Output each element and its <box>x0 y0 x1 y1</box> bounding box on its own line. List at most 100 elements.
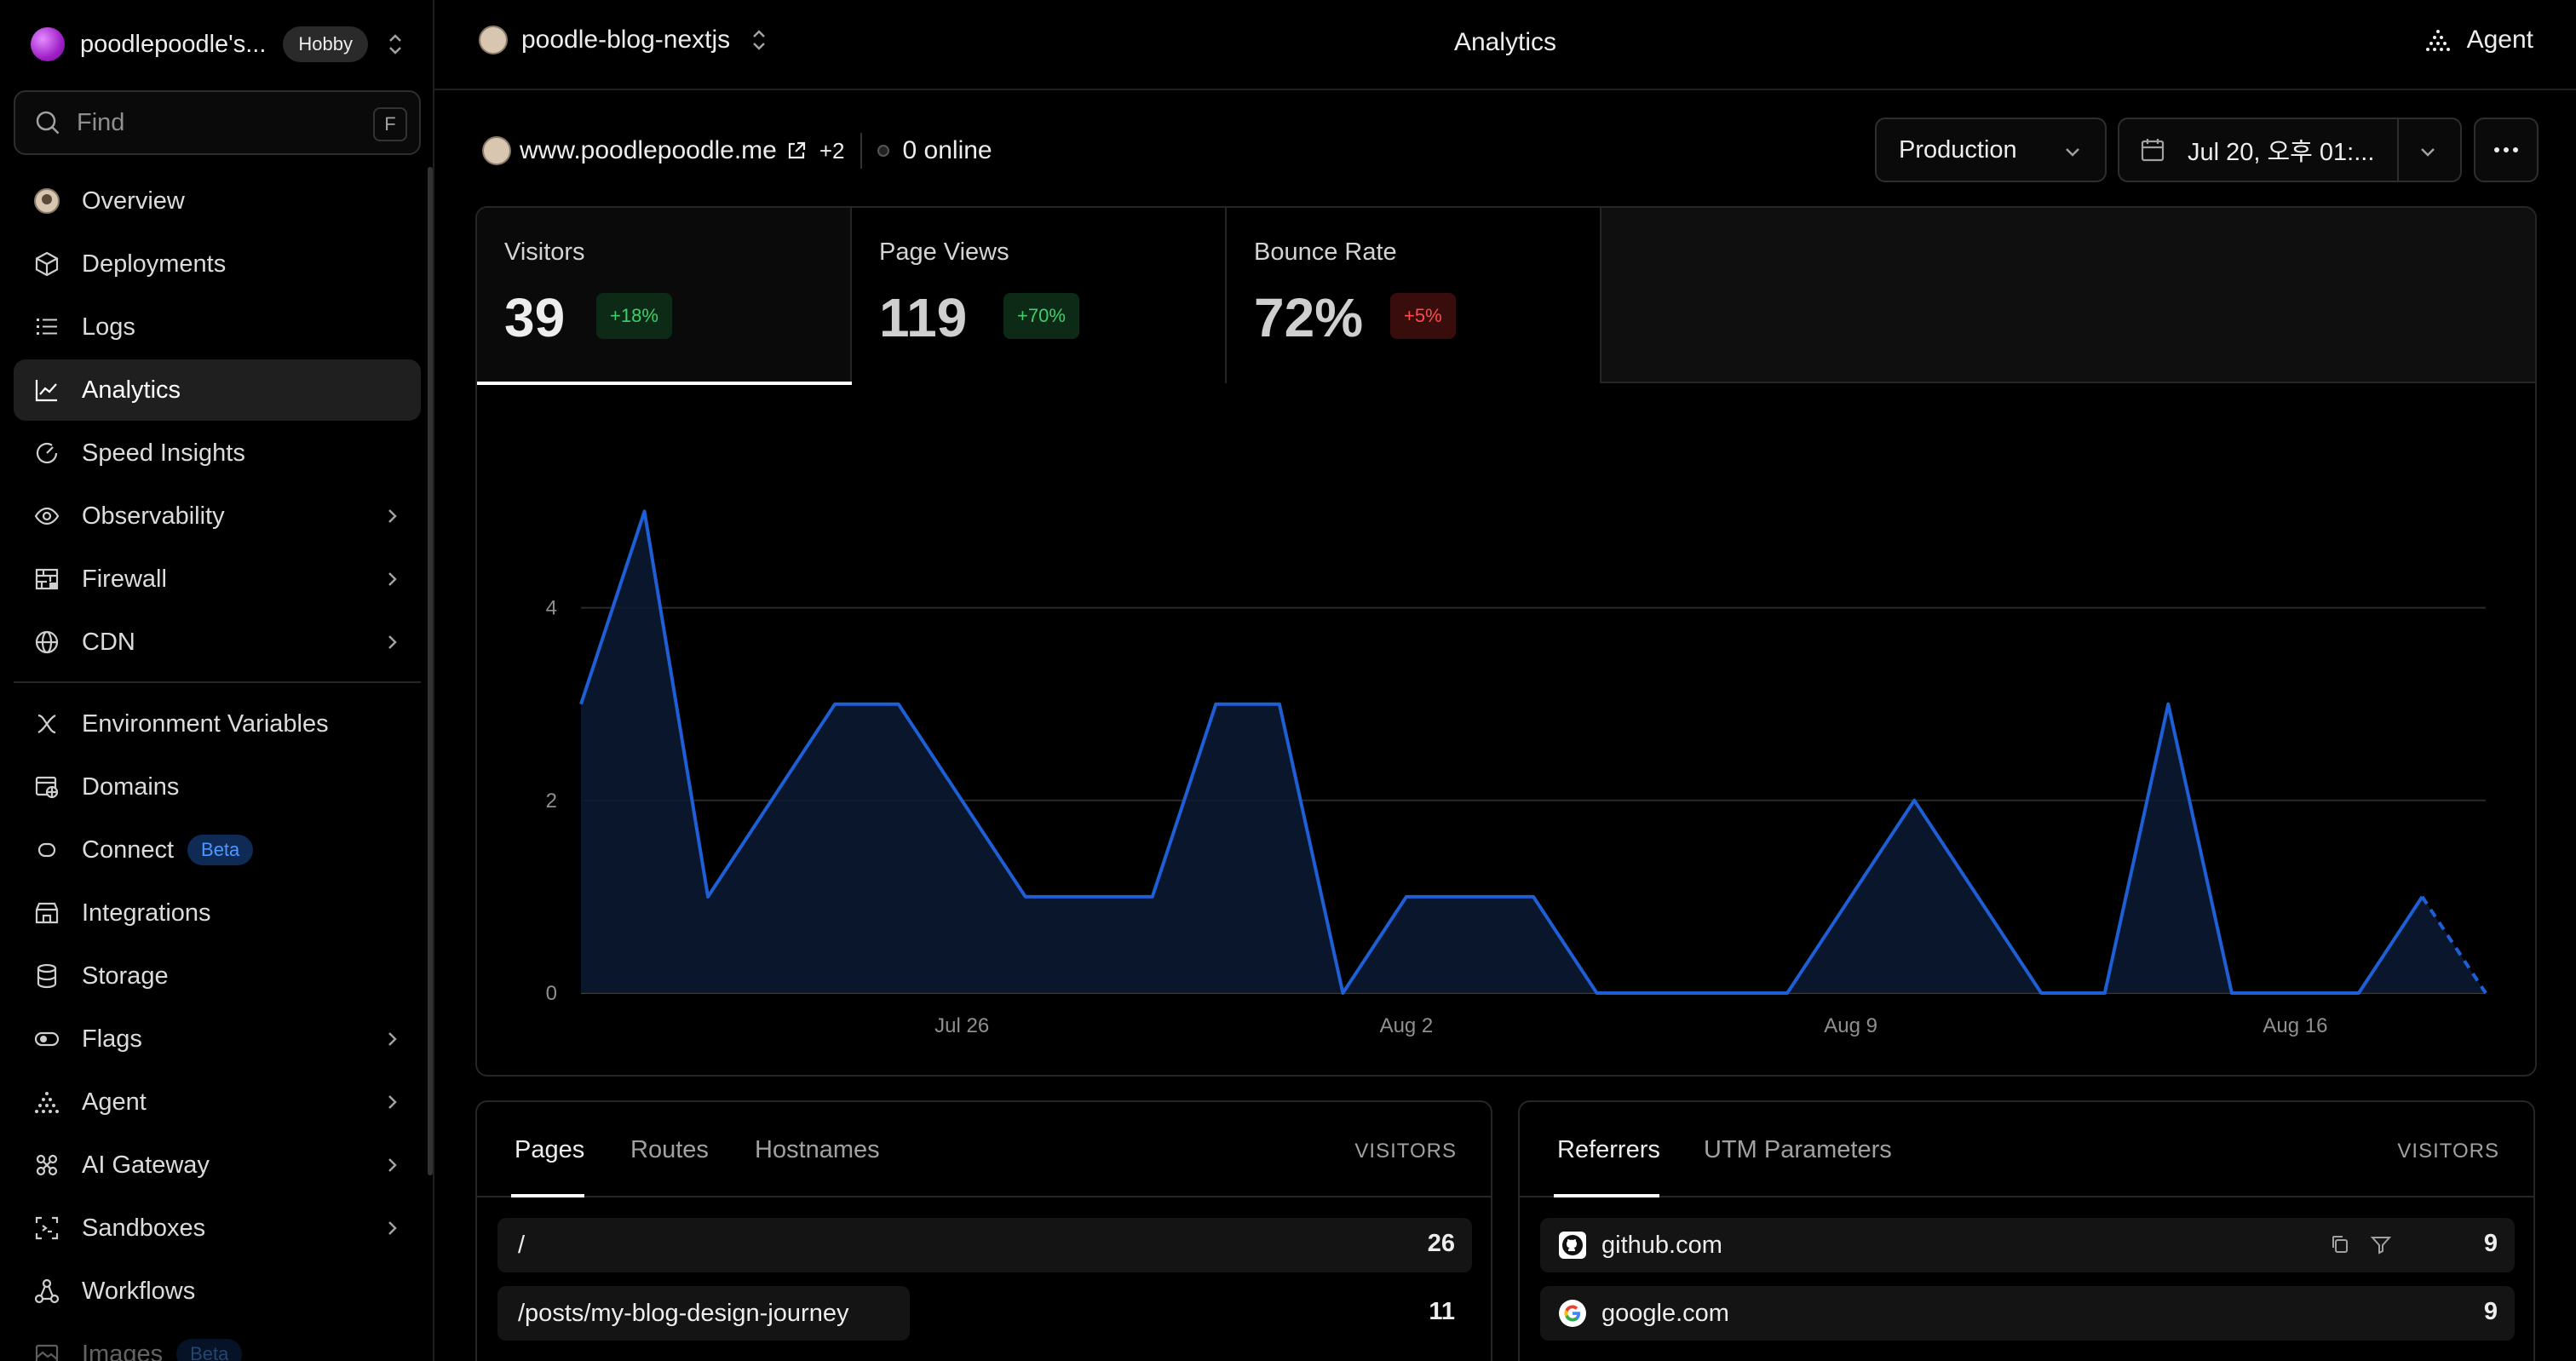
list-item[interactable]: /posts/my-blog-design-journey <box>497 1286 910 1341</box>
line-chart-icon <box>32 376 61 405</box>
stat-value: 39 <box>504 287 566 348</box>
active-tab-indicator <box>511 1194 584 1197</box>
x-tick-label: Aug 16 <box>2263 1014 2327 1037</box>
search-shortcut-key: F <box>373 107 407 141</box>
sidebar-item-connect[interactable]: Connect Beta <box>14 819 421 881</box>
online-count: 0 online <box>902 136 992 164</box>
ellipsis-icon <box>2493 146 2519 153</box>
visitors-chart[interactable]: 0 2 4 Jul 26 Aug 2 Aug 9 Aug 16 <box>477 383 2535 1075</box>
tab-pages[interactable]: Pages <box>515 1136 584 1164</box>
sidebar-item-label: Flags <box>82 1025 142 1053</box>
pages-card: Pages Routes Hostnames VISITORS / 26 /po… <box>475 1100 1492 1361</box>
tab-routes[interactable]: Routes <box>630 1136 709 1164</box>
list-item[interactable]: github.com <box>1540 1218 2515 1272</box>
sidebar-item-label: Connect <box>82 836 175 864</box>
more-domains-count[interactable]: +2 <box>819 138 845 164</box>
stat-visitors[interactable]: Visitors 39 +18% <box>477 208 852 385</box>
sidebar-item-label: Images <box>82 1340 164 1361</box>
sidebar-item-domains[interactable]: Domains <box>14 756 421 818</box>
divider <box>860 133 862 169</box>
domain-link[interactable]: www.poodlepoodle.me <box>520 136 777 165</box>
filter-icon[interactable] <box>2370 1233 2392 1255</box>
sidebar-item-observability[interactable]: Observability <box>14 485 421 547</box>
sidebar-item-flags[interactable]: Flags <box>14 1008 421 1070</box>
sidebar-item-label: Integrations <box>82 899 211 927</box>
firewall-icon <box>32 565 61 594</box>
date-range-value: Jul 20, 오후 01:... <box>2188 139 2375 166</box>
store-icon <box>32 899 61 927</box>
toggle-icon <box>32 1025 61 1054</box>
visitor-count: 9 <box>2483 1298 2498 1325</box>
environment-select[interactable]: Production <box>1875 118 2107 182</box>
more-options-button[interactable] <box>2474 118 2539 182</box>
stat-page-views[interactable]: Page Views 119 +70% <box>852 208 1227 383</box>
sidebar-item-label: Logs <box>82 313 135 341</box>
search-input[interactable]: Find F <box>14 90 421 155</box>
stat-label: Visitors <box>504 238 585 266</box>
sidebar-divider <box>14 681 421 683</box>
tab-hostnames[interactable]: Hostnames <box>755 1136 880 1164</box>
domain-globe-icon <box>32 772 61 801</box>
gateway-icon <box>32 1151 61 1180</box>
team-avatar <box>31 27 65 61</box>
sidebar-item-cdn[interactable]: CDN <box>14 612 421 673</box>
list-item[interactable]: google.com <box>1540 1286 2515 1341</box>
image-icon <box>32 1340 61 1361</box>
team-name: poodlepoodle's... <box>80 30 267 58</box>
sidebar-item-speed-insights[interactable]: Speed Insights <box>14 422 421 484</box>
variable-icon <box>32 709 61 738</box>
search-placeholder: Find <box>77 108 125 136</box>
sidebar-scrollbar[interactable] <box>428 167 433 1175</box>
sidebar-item-environment-variables[interactable]: Environment Variables <box>14 693 421 755</box>
divider <box>2397 119 2399 181</box>
sidebar-item-integrations[interactable]: Integrations <box>14 882 421 944</box>
sidebar-item-workflows[interactable]: Workflows <box>14 1261 421 1322</box>
copy-icon[interactable] <box>2329 1233 2351 1255</box>
sidebar-item-firewall[interactable]: Firewall <box>14 548 421 610</box>
top-bar: poodle-blog-nextjs Analytics Agent <box>434 0 2576 90</box>
agent-label: Agent <box>2466 26 2533 54</box>
sidebar-item-deployments[interactable]: Deployments <box>14 233 421 295</box>
sidebar-item-label: CDN <box>82 628 135 656</box>
search-icon <box>34 109 61 136</box>
referrers-tabs: Referrers UTM Parameters VISITORS <box>1520 1102 2533 1197</box>
stat-value: 72% <box>1254 287 1364 348</box>
list-item[interactable]: / <box>497 1218 1472 1272</box>
agent-button[interactable]: Agent <box>2424 26 2533 55</box>
chevron-right-icon <box>382 1029 402 1049</box>
domain-bar: www.poodlepoodle.me +2 0 online <box>482 133 992 169</box>
sidebar-item-sandboxes[interactable]: Sandboxes <box>14 1197 421 1259</box>
domain-avatar <box>482 136 511 165</box>
sidebar-item-storage[interactable]: Storage <box>14 945 421 1007</box>
sandbox-icon <box>32 1214 61 1243</box>
sidebar-item-images[interactable]: Images Beta <box>14 1324 421 1361</box>
pages-tabs: Pages Routes Hostnames VISITORS <box>477 1102 1491 1197</box>
tab-utm-parameters[interactable]: UTM Parameters <box>1704 1136 1892 1164</box>
sidebar-item-label: Observability <box>82 502 225 530</box>
stat-bounce-rate[interactable]: Bounce Rate 72% +5% <box>1227 208 1601 383</box>
sidebar-item-overview[interactable]: Overview <box>14 170 421 232</box>
chevron-right-icon <box>382 569 402 589</box>
visitor-count: 9 <box>2483 1230 2498 1257</box>
sidebar-item-label: Domains <box>82 772 180 801</box>
stat-change-badge: +70% <box>1003 293 1079 339</box>
sidebar-item-ai-gateway[interactable]: AI Gateway <box>14 1134 421 1196</box>
team-switcher[interactable]: poodlepoodle's... Hobby <box>31 24 405 65</box>
date-range-select[interactable]: Jul 20, 오후 01:... <box>2118 118 2462 182</box>
eye-icon <box>32 502 61 531</box>
external-link-icon[interactable] <box>785 140 808 162</box>
tab-referrers[interactable]: Referrers <box>1557 1136 1660 1164</box>
agent-triangle-icon <box>2424 26 2452 54</box>
active-tab-indicator <box>1554 1194 1659 1197</box>
referrer-name: google.com <box>1601 1299 1729 1327</box>
chevron-right-icon <box>382 1155 402 1175</box>
chevron-down-icon[interactable] <box>2418 141 2438 162</box>
sidebar-item-agent[interactable]: Agent <box>14 1071 421 1133</box>
sidebar-item-analytics[interactable]: Analytics <box>14 359 421 421</box>
chevron-down-icon <box>2062 141 2083 162</box>
sidebar-nav: Overview Deployments Logs Analytics Spee… <box>14 170 421 1361</box>
sidebar-item-logs[interactable]: Logs <box>14 296 421 358</box>
chevron-updown-icon[interactable] <box>385 31 405 58</box>
referrer-name: github.com <box>1601 1231 1722 1259</box>
sidebar-item-label: AI Gateway <box>82 1151 210 1179</box>
